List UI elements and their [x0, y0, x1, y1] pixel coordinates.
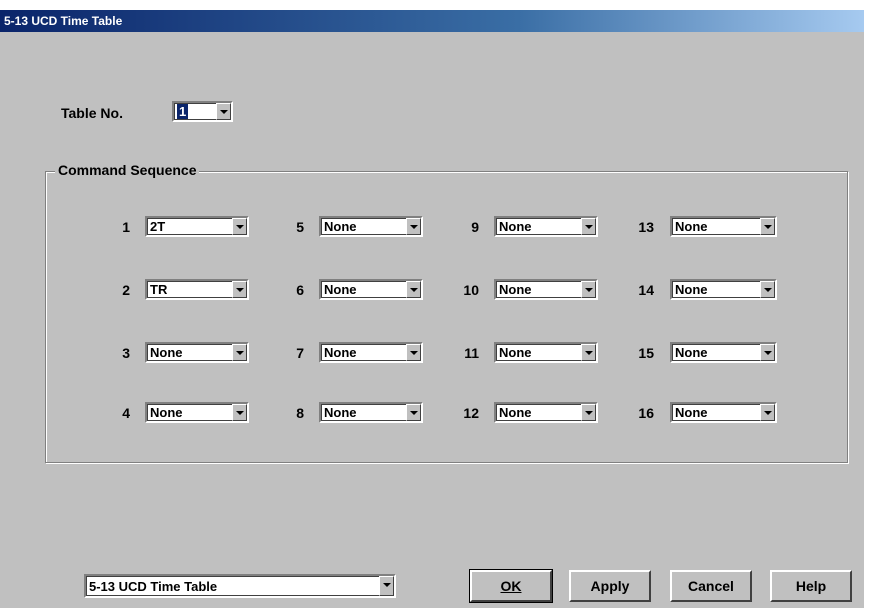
slot-value: 2T — [150, 219, 166, 234]
apply-button[interactable]: Apply — [569, 570, 651, 602]
chevron-down-icon[interactable] — [760, 404, 775, 421]
slot-value: None — [324, 345, 357, 360]
slot-value: TR — [150, 282, 168, 297]
slot-number: 9 — [471, 219, 479, 235]
slot-value: None — [499, 345, 532, 360]
title-bar: 5-13 UCD Time Table — [0, 10, 864, 32]
slot-value: None — [150, 405, 183, 420]
slot-number: 3 — [122, 345, 130, 361]
slot-number: 13 — [638, 219, 654, 235]
slot-value: None — [150, 345, 183, 360]
chevron-down-icon[interactable] — [760, 218, 775, 235]
chevron-down-icon[interactable] — [581, 344, 596, 361]
ok-button-label: OK — [500, 578, 522, 594]
cancel-button-label: Cancel — [688, 578, 734, 594]
chevron-down-icon[interactable] — [581, 281, 596, 298]
slot-value: None — [499, 282, 532, 297]
slot-select-4[interactable]: None — [145, 402, 249, 423]
slot-number: 16 — [638, 405, 654, 421]
chevron-down-icon[interactable] — [406, 281, 421, 298]
chevron-down-icon[interactable] — [581, 218, 596, 235]
slot-value: None — [675, 219, 708, 234]
chevron-down-icon[interactable] — [760, 281, 775, 298]
apply-button-label: Apply — [590, 578, 630, 594]
dialog-window: 5-13 UCD Time Table Table No. 1 Command … — [0, 10, 864, 608]
slot-value: None — [499, 219, 532, 234]
slot-select-14[interactable]: None — [670, 279, 777, 300]
chevron-down-icon[interactable] — [232, 344, 247, 361]
slot-number: 6 — [296, 282, 304, 298]
slot-number: 4 — [122, 405, 130, 421]
slot-number: 1 — [122, 219, 130, 235]
chevron-down-icon[interactable] — [216, 103, 231, 120]
slot-select-3[interactable]: None — [145, 342, 249, 363]
slot-select-10[interactable]: None — [494, 279, 598, 300]
chevron-down-icon[interactable] — [760, 344, 775, 361]
slot-number: 12 — [463, 405, 479, 421]
slot-select-7[interactable]: None — [319, 342, 423, 363]
slot-select-15[interactable]: None — [670, 342, 777, 363]
slot-select-12[interactable]: None — [494, 402, 598, 423]
slot-value: None — [324, 219, 357, 234]
slot-select-5[interactable]: None — [319, 216, 423, 237]
slot-number: 15 — [638, 345, 654, 361]
screen-select[interactable]: 5-13 UCD Time Table — [84, 574, 396, 598]
chevron-down-icon[interactable] — [406, 218, 421, 235]
chevron-down-icon[interactable] — [379, 576, 394, 596]
slot-select-8[interactable]: None — [319, 402, 423, 423]
command-sequence-label: Command Sequence — [55, 162, 200, 178]
slot-value: None — [675, 282, 708, 297]
slot-number: 8 — [296, 405, 304, 421]
slot-value: None — [324, 405, 357, 420]
slot-select-13[interactable]: None — [670, 216, 777, 237]
table-no-select[interactable]: 1 — [172, 101, 233, 122]
slot-value: None — [675, 345, 708, 360]
slot-select-1[interactable]: 2T — [145, 216, 249, 237]
cancel-button[interactable]: Cancel — [670, 570, 752, 602]
help-button[interactable]: Help — [770, 570, 852, 602]
table-no-value: 1 — [177, 104, 189, 119]
slot-select-11[interactable]: None — [494, 342, 598, 363]
slot-number: 14 — [638, 282, 654, 298]
slot-select-16[interactable]: None — [670, 402, 777, 423]
help-button-label: Help — [795, 578, 827, 594]
slot-select-9[interactable]: None — [494, 216, 598, 237]
slot-value: None — [499, 405, 532, 420]
slot-select-6[interactable]: None — [319, 279, 423, 300]
slot-number: 7 — [296, 345, 304, 361]
chevron-down-icon[interactable] — [232, 281, 247, 298]
slot-value: None — [324, 282, 357, 297]
ok-button[interactable]: OK — [469, 569, 553, 603]
chevron-down-icon[interactable] — [581, 404, 596, 421]
chevron-down-icon[interactable] — [232, 218, 247, 235]
slot-number: 5 — [296, 219, 304, 235]
table-no-label: Table No. — [61, 105, 123, 121]
slot-number: 10 — [463, 282, 479, 298]
slot-number: 2 — [122, 282, 130, 298]
window-title: 5-13 UCD Time Table — [4, 14, 123, 28]
chevron-down-icon[interactable] — [232, 404, 247, 421]
slot-number: 11 — [464, 345, 479, 361]
slot-value: None — [675, 405, 708, 420]
chevron-down-icon[interactable] — [406, 344, 421, 361]
chevron-down-icon[interactable] — [406, 404, 421, 421]
screen-select-value: 5-13 UCD Time Table — [89, 579, 218, 594]
slot-select-2[interactable]: TR — [145, 279, 249, 300]
